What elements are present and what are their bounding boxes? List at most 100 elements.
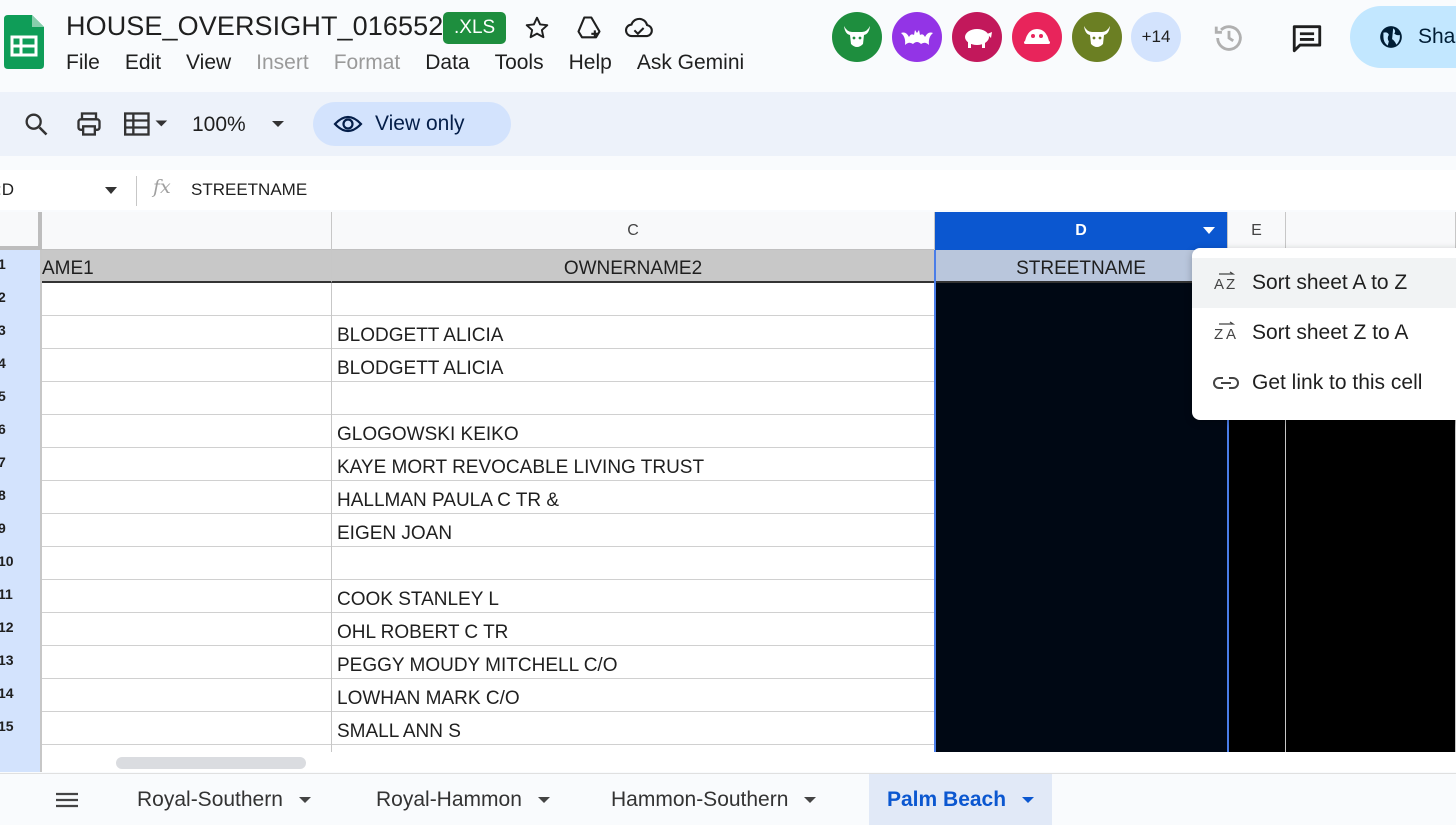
- cell-f-redacted[interactable]: [1286, 547, 1456, 580]
- google-sheets-logo-icon[interactable]: [4, 15, 44, 69]
- cell-c1[interactable]: OWNERNAME2: [332, 250, 935, 283]
- cell-streetname-redacted[interactable]: [935, 547, 1228, 580]
- menu-tools[interactable]: Tools: [495, 48, 544, 78]
- row-number[interactable]: 10: [0, 547, 42, 580]
- name-box[interactable]: :D: [0, 178, 14, 202]
- cell-b[interactable]: [42, 349, 332, 382]
- tab-caret-icon[interactable]: [298, 797, 311, 803]
- cell-ownername2[interactable]: GLOGOWSKI KEIKO: [332, 415, 935, 448]
- cell-b[interactable]: [42, 613, 332, 646]
- row-number[interactable]: 5: [0, 382, 42, 415]
- cell-ownername2[interactable]: COOK STANLEY L: [332, 580, 935, 613]
- cell-ownername2[interactable]: [332, 283, 935, 316]
- cell-e-redacted[interactable]: [1228, 646, 1286, 679]
- cell-ownername2[interactable]: PEGGY MOUDY MITCHELL C/O: [332, 646, 935, 679]
- cell-e-redacted[interactable]: [1228, 712, 1286, 745]
- cell-d1[interactable]: STREETNAME: [935, 250, 1228, 283]
- cell-f-redacted[interactable]: [1286, 679, 1456, 712]
- cell-e-redacted[interactable]: [1228, 514, 1286, 547]
- cell-b[interactable]: [42, 547, 332, 580]
- horizontal-scrollbar-thumb[interactable]: [116, 757, 306, 769]
- select-all-corner[interactable]: [0, 212, 42, 250]
- row-number[interactable]: 1: [0, 250, 42, 283]
- cell-b[interactable]: [42, 580, 332, 613]
- cell-streetname-redacted[interactable]: [935, 415, 1228, 448]
- cell-streetname-redacted[interactable]: [935, 613, 1228, 646]
- cell-e-redacted[interactable]: [1228, 580, 1286, 613]
- row-number[interactable]: 3: [0, 316, 42, 349]
- cell-e-redacted[interactable]: [1228, 481, 1286, 514]
- cell-streetname-redacted[interactable]: [935, 382, 1228, 415]
- menu-edit[interactable]: Edit: [125, 48, 161, 78]
- menu-help[interactable]: Help: [569, 48, 612, 78]
- cell-ownername2[interactable]: LOWHAN MARK C/O: [332, 679, 935, 712]
- cell-b[interactable]: [42, 481, 332, 514]
- move-to-drive-icon[interactable]: [572, 11, 606, 45]
- cell-ownername2[interactable]: HALLMAN PAULA C TR &: [332, 481, 935, 514]
- column-header-f[interactable]: [1286, 212, 1456, 250]
- tab-caret-icon[interactable]: [804, 797, 817, 803]
- sheet-tab-royal-southern[interactable]: Royal-Southern: [137, 774, 311, 825]
- cell-b[interactable]: [42, 382, 332, 415]
- cell-b[interactable]: [42, 679, 332, 712]
- cell-f-redacted[interactable]: [1286, 481, 1456, 514]
- zoom-select[interactable]: 100%: [192, 110, 246, 140]
- cell-ownername2[interactable]: [332, 382, 935, 415]
- collaborator-avatar-pig[interactable]: [952, 12, 1002, 62]
- cell-f-redacted[interactable]: [1286, 580, 1456, 613]
- menu-sort-a-to-z[interactable]: AZ Sort sheet A to Z: [1192, 258, 1456, 308]
- row-number[interactable]: 8: [0, 481, 42, 514]
- sheet-tab-hammon-southern[interactable]: Hammon-Southern: [611, 774, 817, 825]
- cell-f-redacted[interactable]: [1286, 514, 1456, 547]
- cell-e-redacted[interactable]: [1228, 547, 1286, 580]
- cell-f-redacted[interactable]: [1286, 448, 1456, 481]
- cell-e-redacted[interactable]: [1228, 613, 1286, 646]
- menu-ask-gemini[interactable]: Ask Gemini: [637, 48, 744, 78]
- cell-f-redacted[interactable]: [1286, 613, 1456, 646]
- cell-ownername2[interactable]: KAYE MORT REVOCABLE LIVING TRUST: [332, 448, 935, 481]
- cell-streetname-redacted[interactable]: [935, 712, 1228, 745]
- cell-streetname-redacted[interactable]: [935, 349, 1228, 382]
- cell-streetname-redacted[interactable]: [935, 316, 1228, 349]
- cell-ownername2[interactable]: BLODGETT ALICIA: [332, 349, 935, 382]
- sheet-tab-royal-hammon[interactable]: Royal-Hammon: [376, 774, 550, 825]
- document-title[interactable]: HOUSE_OVERSIGHT_016552: [66, 8, 443, 44]
- cell-f-redacted[interactable]: [1286, 646, 1456, 679]
- row-number[interactable]: 13: [0, 646, 42, 679]
- tab-caret-icon[interactable]: [1022, 797, 1035, 803]
- collaborator-avatar-turtle[interactable]: [1012, 12, 1062, 62]
- cell-streetname-redacted[interactable]: [935, 514, 1228, 547]
- column-header-d[interactable]: D: [935, 212, 1228, 250]
- row-number[interactable]: 7: [0, 448, 42, 481]
- row-number[interactable]: 14: [0, 679, 42, 712]
- filter-views-icon[interactable]: [121, 104, 169, 144]
- cell-ownername2[interactable]: OHL ROBERT C TR: [332, 613, 935, 646]
- print-icon[interactable]: [74, 104, 104, 144]
- cloud-saved-icon[interactable]: [622, 11, 656, 45]
- share-button[interactable]: Sha: [1350, 6, 1456, 68]
- column-menu-caret-icon[interactable]: [1203, 227, 1215, 234]
- cell-ownername2[interactable]: SMALL ANN S: [332, 712, 935, 745]
- cell-b1[interactable]: AME1: [42, 250, 332, 283]
- search-icon[interactable]: [22, 104, 50, 144]
- cell-b[interactable]: [42, 514, 332, 547]
- cell-b[interactable]: [42, 448, 332, 481]
- cell-streetname-redacted[interactable]: [935, 481, 1228, 514]
- cell-f-redacted[interactable]: [1286, 712, 1456, 745]
- column-header-e[interactable]: E: [1228, 212, 1286, 250]
- menu-data[interactable]: Data: [425, 48, 469, 78]
- cell-b[interactable]: [42, 283, 332, 316]
- cell-b[interactable]: [42, 415, 332, 448]
- cell-b[interactable]: [42, 646, 332, 679]
- collaborator-avatar-ox[interactable]: [1072, 12, 1122, 62]
- cell-streetname-redacted[interactable]: [935, 448, 1228, 481]
- cell-ownername2[interactable]: BLODGETT ALICIA: [332, 316, 935, 349]
- cell-b[interactable]: [42, 316, 332, 349]
- cell-streetname-redacted[interactable]: [935, 679, 1228, 712]
- comments-icon[interactable]: [1287, 18, 1327, 58]
- column-header-c[interactable]: C: [332, 212, 935, 250]
- collaborator-avatar-bull[interactable]: [832, 12, 882, 62]
- menu-get-link[interactable]: Get link to this cell: [1192, 358, 1456, 408]
- cell-ownername2[interactable]: [332, 547, 935, 580]
- cell-ownername2[interactable]: EIGEN JOAN: [332, 514, 935, 547]
